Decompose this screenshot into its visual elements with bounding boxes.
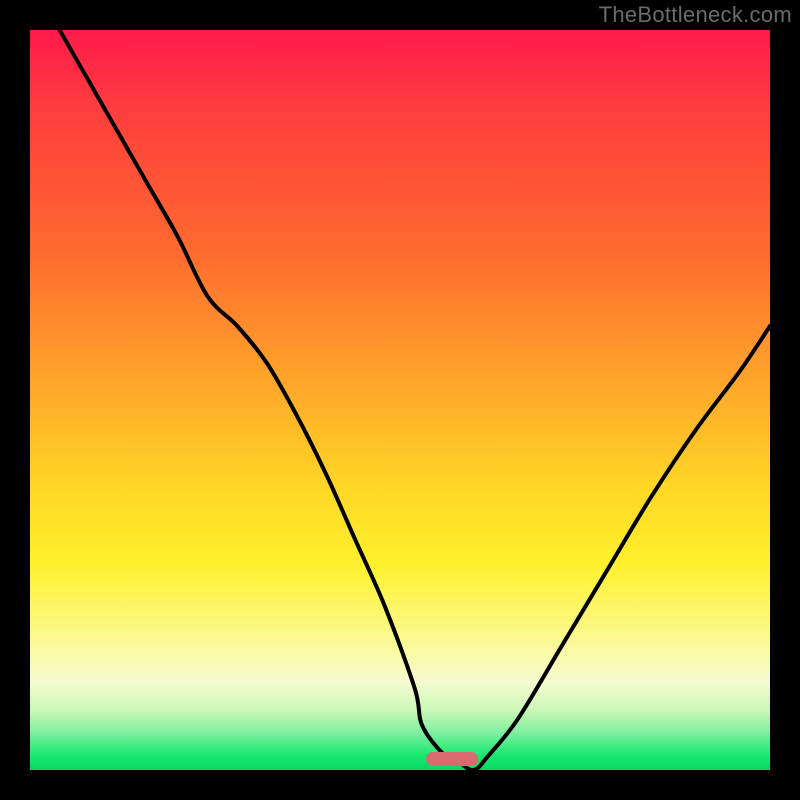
minimum-marker <box>426 752 478 766</box>
bottleneck-curve <box>30 30 770 770</box>
plot-area <box>30 30 770 770</box>
chart-frame: TheBottleneck.com <box>0 0 800 800</box>
watermark-text: TheBottleneck.com <box>599 2 792 28</box>
